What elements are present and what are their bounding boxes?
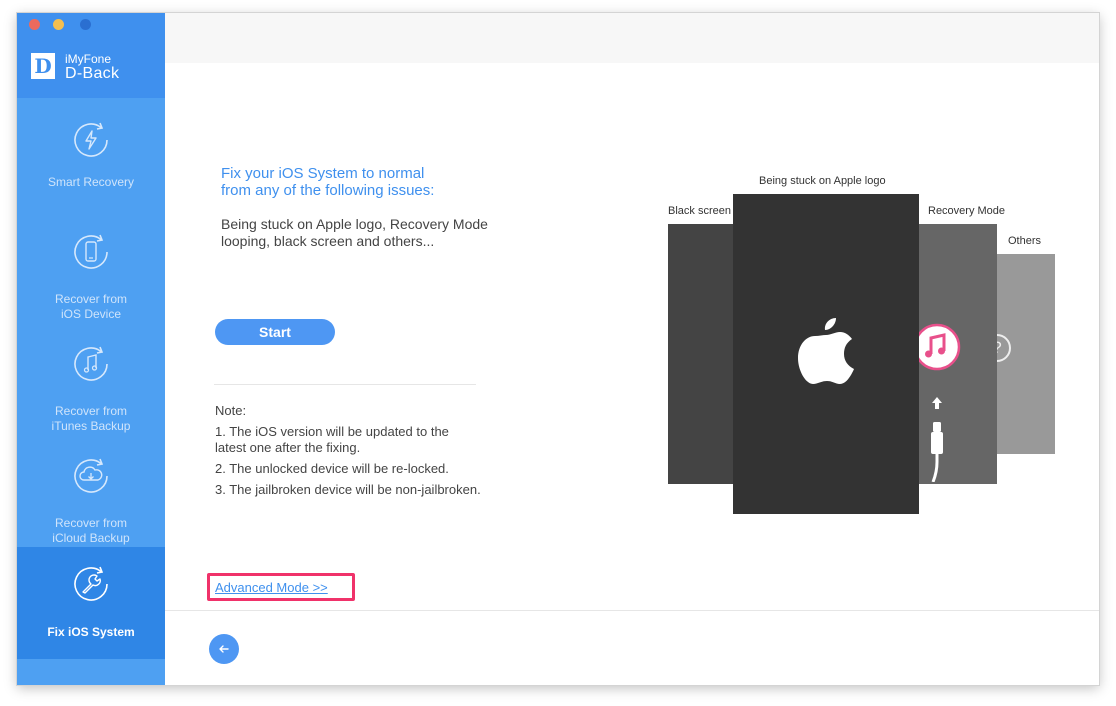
recovery-mode-screen <box>913 224 997 484</box>
arrow-left-icon <box>219 645 229 653</box>
label-apple-logo: Being stuck on Apple logo <box>759 175 886 187</box>
lightning-cable-icon <box>931 422 943 482</box>
sidebar-item-label: Recover from iOS Device <box>54 292 128 321</box>
music-refresh-icon <box>74 346 108 381</box>
heading-line-2: from any of the following issues: <box>221 182 435 199</box>
label-black-screen: Black screen <box>668 205 731 217</box>
note-title: Note: <box>215 403 247 418</box>
page-heading: Fix your iOS System to normal from any o… <box>221 165 511 199</box>
title-bar <box>165 13 1099 63</box>
apple-logo-icon <box>798 318 854 384</box>
note-item: 1. The iOS version will be updated to th… <box>215 424 449 455</box>
app-window: D iMyFone D-Back Smart Recovery Recover … <box>17 13 1099 685</box>
sidebar-item-label: Smart Recovery <box>47 175 135 189</box>
zoom-window-button[interactable] <box>80 19 91 30</box>
note-item: 3. The jailbroken device will be non-jai… <box>215 482 481 497</box>
brand-header: D iMyFone D-Back <box>17 13 165 98</box>
close-window-button[interactable] <box>29 19 40 30</box>
brand-company: iMyFone <box>65 52 112 66</box>
main-content: Fix your iOS System to normal from any o… <box>165 63 1099 685</box>
minimize-window-button[interactable] <box>53 19 64 30</box>
sidebar-item-label: Recover from iTunes Backup <box>51 404 131 433</box>
sidebar-item-itunes-backup[interactable]: Recover from iTunes Backup <box>17 334 165 446</box>
back-button[interactable] <box>209 634 239 664</box>
phone-refresh-icon <box>74 234 108 269</box>
apple-logo-screen <box>733 194 919 514</box>
label-recovery-mode: Recovery Mode <box>928 205 1006 217</box>
sidebar-item-icloud-backup[interactable]: Recover from iCloud Backup <box>17 446 165 558</box>
note-list: 1. The iOS version will be updated to th… <box>215 424 483 503</box>
wrench-refresh-icon <box>74 566 108 601</box>
sidebar-item-ios-device[interactable]: Recover from iOS Device <box>17 222 165 334</box>
advanced-mode-link[interactable]: Advanced Mode >> <box>215 580 328 595</box>
itunes-icon <box>913 323 961 371</box>
arrow-up-icon <box>932 397 942 409</box>
sidebar-item-smart-recovery[interactable]: Smart Recovery <box>17 110 165 222</box>
lightning-refresh-icon <box>74 122 108 157</box>
heading-line-1: Fix your iOS System to normal <box>221 165 425 182</box>
brand-product: D-Back <box>65 65 120 82</box>
start-button[interactable]: Start <box>215 319 335 345</box>
label-others: Others <box>1008 235 1042 247</box>
sidebar-item-fix-ios-system[interactable]: Fix iOS System <box>17 547 165 659</box>
footer-divider <box>165 610 1099 611</box>
sidebar-item-label: Fix iOS System <box>47 625 135 639</box>
divider <box>214 384 476 385</box>
sidebar-item-label: Recover from iCloud Backup <box>52 516 130 545</box>
app-logo: D <box>31 53 55 79</box>
sidebar: D iMyFone D-Back Smart Recovery Recover … <box>17 13 165 685</box>
issues-description: Being stuck on Apple logo, Recovery Mode… <box>221 216 488 249</box>
cloud-refresh-icon <box>74 458 108 493</box>
note-item: 2. The unlocked device will be re-locked… <box>215 461 449 476</box>
